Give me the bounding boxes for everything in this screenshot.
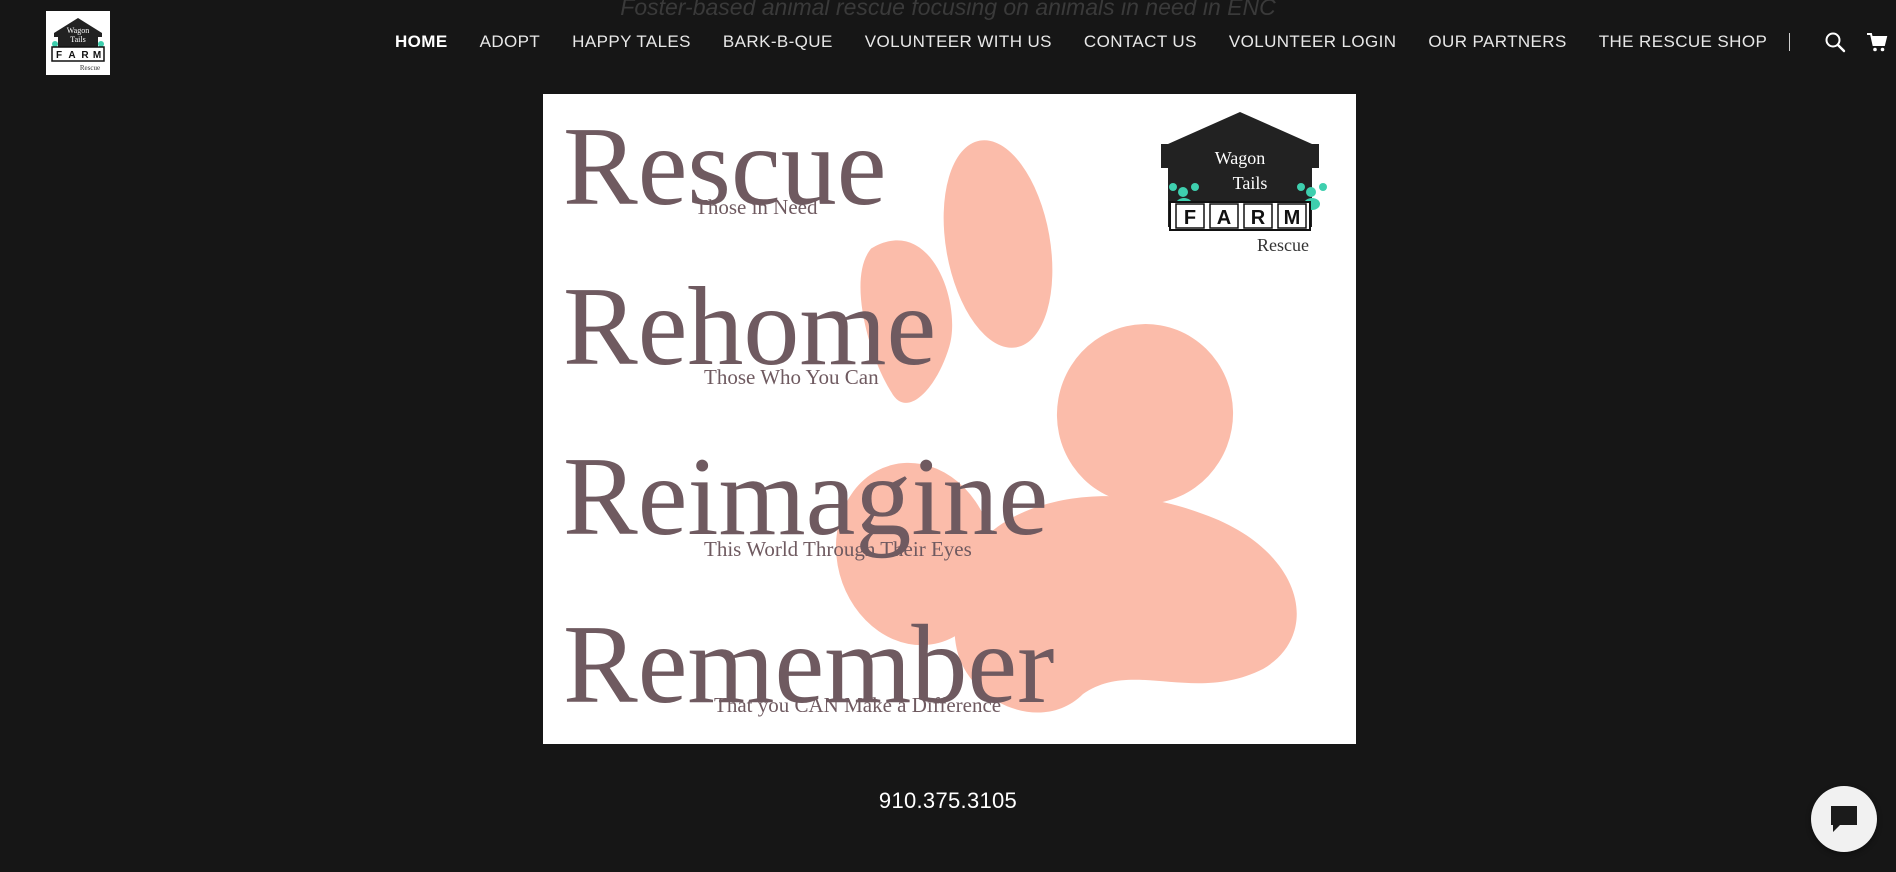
phone-number[interactable]: 910.375.3105 bbox=[0, 788, 1896, 814]
logo-letter-r: R bbox=[81, 50, 89, 61]
logo-line2: Tails bbox=[70, 35, 85, 44]
logo-line1: Wagon bbox=[67, 26, 89, 35]
site-tagline: Foster-based animal rescue focusing on a… bbox=[620, 0, 1276, 20]
logo-letter-a: A bbox=[68, 50, 75, 61]
chat-bubble-icon bbox=[1831, 806, 1857, 832]
nav-contact-us[interactable]: CONTACT US bbox=[1084, 32, 1197, 52]
search-icon[interactable] bbox=[1824, 31, 1846, 53]
hero-graphic: Rescue Those in Need Rehome Those Who Yo… bbox=[563, 105, 1327, 727]
nav-our-partners[interactable]: OUR PARTNERS bbox=[1428, 32, 1566, 52]
hero-sub-remember: That you CAN Make a Difference bbox=[714, 693, 1001, 717]
badge-letter-f: F bbox=[1184, 207, 1196, 229]
hero-sub-rescue: Those in Need bbox=[695, 195, 818, 219]
nav-volunteer-with-us[interactable]: VOLUNTEER WITH US bbox=[865, 32, 1052, 52]
badge-letter-a: A bbox=[1217, 207, 1231, 229]
logo-letter-m: M bbox=[93, 50, 101, 61]
nav-the-rescue-shop[interactable]: THE RESCUE SHOP bbox=[1599, 32, 1767, 52]
logo-line3: Rescue bbox=[80, 64, 100, 72]
badge-line1: Wagon bbox=[1215, 148, 1266, 168]
nav-happy-tales[interactable]: HAPPY TALES bbox=[572, 32, 691, 52]
cart-icon[interactable] bbox=[1866, 31, 1888, 53]
logo-letter-f: F bbox=[56, 50, 62, 61]
badge-letter-r: R bbox=[1251, 207, 1266, 229]
nav-bark-b-que[interactable]: BARK-B-QUE bbox=[723, 32, 833, 52]
badge-line2: Tails bbox=[1233, 173, 1268, 193]
main-nav: HOME ADOPT HAPPY TALES BARK-B-QUE VOLUNT… bbox=[395, 31, 1896, 53]
hero-sub-rehome: Those Who You Can bbox=[704, 365, 879, 389]
hero-logo-badge: Wagon Tails F A R M Rescue bbox=[1161, 112, 1327, 255]
nav-divider bbox=[1789, 33, 1791, 51]
chat-button[interactable] bbox=[1811, 786, 1877, 852]
nav-home[interactable]: HOME bbox=[395, 32, 448, 52]
hero-sub-reimagine: This World Through Their Eyes bbox=[704, 537, 972, 561]
logo-graphic: Wagon Tails F A R M Rescue bbox=[51, 18, 105, 72]
badge-letter-m: M bbox=[1284, 207, 1301, 229]
nav-volunteer-login[interactable]: VOLUNTEER LOGIN bbox=[1229, 32, 1397, 52]
site-logo[interactable]: Wagon Tails F A R M Rescue bbox=[46, 11, 110, 75]
badge-line3: Rescue bbox=[1257, 235, 1309, 255]
hero-image: Rescue Those in Need Rehome Those Who Yo… bbox=[543, 94, 1356, 744]
nav-adopt[interactable]: ADOPT bbox=[480, 32, 541, 52]
